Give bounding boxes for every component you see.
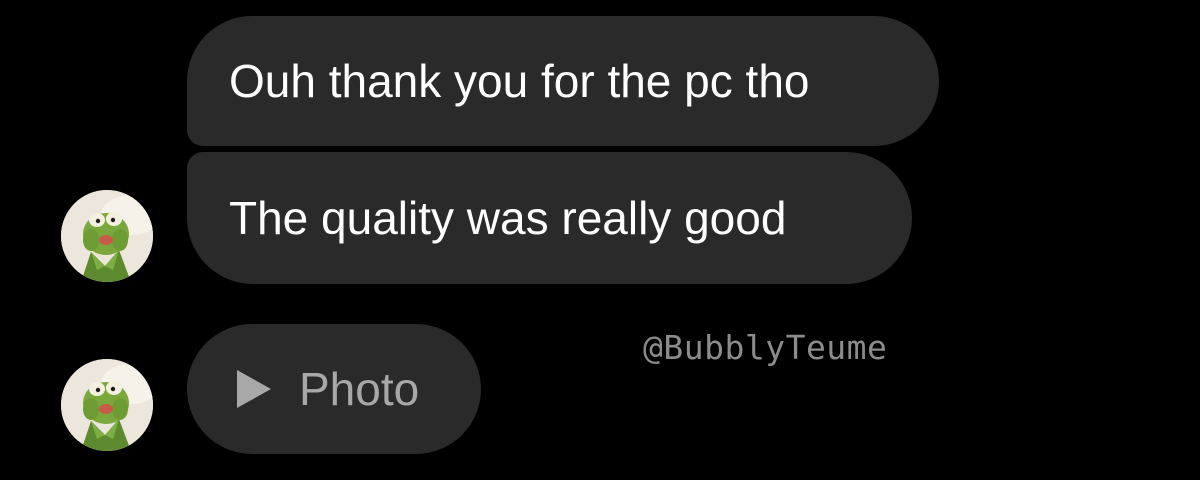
photo-label: Photo: [299, 363, 420, 415]
avatar[interactable]: [61, 359, 153, 451]
kermit-frog-avatar-icon: [61, 359, 153, 451]
message-text: The quality was really good: [229, 192, 787, 244]
photo-message-bubble[interactable]: Photo: [187, 324, 481, 454]
kermit-frog-avatar-icon: [61, 190, 153, 282]
message-text: Ouh thank you for the pc tho: [229, 55, 810, 107]
watermark: @BubblyTeume: [643, 328, 888, 367]
play-icon: [237, 370, 271, 408]
avatar[interactable]: [61, 190, 153, 282]
message-bubble[interactable]: The quality was really good: [187, 152, 912, 284]
message-bubble[interactable]: Ouh thank you for the pc tho: [187, 16, 939, 146]
